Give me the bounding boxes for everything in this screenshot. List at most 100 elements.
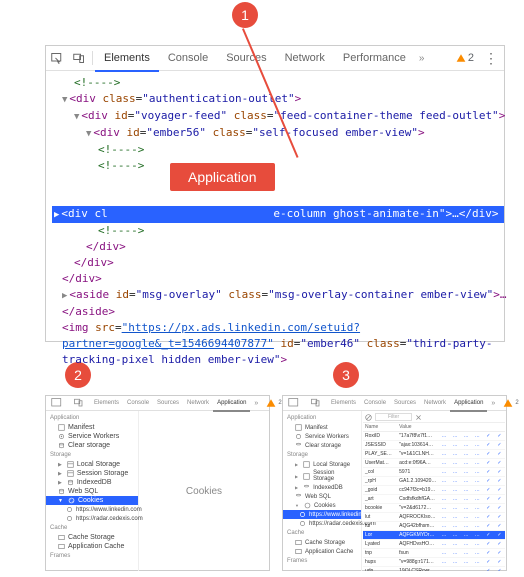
code-line — [52, 190, 504, 206]
sidebar-item-session-storage[interactable]: Session Storage — [283, 469, 361, 483]
table-row[interactable]: udn19QLCSRcwr……………✓✓ — [363, 567, 505, 571]
table-row[interactable]: _goidcc947f3c=b19……………✓✓ — [363, 486, 505, 495]
block-icon[interactable] — [365, 414, 372, 421]
table-row[interactable]: PLAY_SE…"v=1&1CLNH……………✓✓ — [363, 450, 505, 459]
inspect-icon[interactable] — [46, 52, 68, 64]
sidebar-item-local-storage[interactable]: Local Storage — [46, 460, 138, 469]
tab-sources[interactable]: Sources — [153, 396, 183, 410]
inspect-icon[interactable] — [283, 397, 305, 409]
table-row[interactable]: JSESSID"ajax:103614……………✓✓ — [363, 441, 505, 450]
code-close: </div> — [86, 240, 126, 253]
code-close: </div> — [74, 256, 114, 269]
cookies-table[interactable]: Filter Name Value RoxiID"17a7f8\x7f1…………… — [362, 411, 506, 571]
cookies-toolbar: Filter — [363, 412, 505, 423]
code-line-selected[interactable]: <div cl hidden by callout label e-column… — [52, 206, 504, 223]
table-row[interactable]: tnpfsun…………✓✓ — [363, 549, 505, 558]
delete-icon[interactable] — [415, 414, 422, 421]
col-value[interactable]: Value — [397, 423, 438, 431]
devtools-tabbar-small: Elements Console Sources Network Applica… — [46, 396, 269, 411]
table-row[interactable]: LorAQFGKMYDrG……………✓✓ — [363, 531, 505, 540]
code-comment: <!----> — [74, 76, 120, 89]
table-row[interactable]: UserMat…acd:e:0f96A……………✓✓ — [363, 459, 505, 468]
tab-elements[interactable]: Elements — [327, 396, 360, 410]
sidebar-item-websql[interactable]: Web SQL — [46, 487, 138, 496]
code-line[interactable]: <div class="authentication-outlet"> — [52, 91, 504, 108]
tab-performance[interactable]: Performance — [334, 46, 415, 70]
table-row[interactable]: RoxiID"17a7f8\x7f1……………✓✓ — [363, 432, 505, 441]
table-row[interactable]: fulAQG42bfhsmz……………✓✓ — [363, 522, 505, 531]
sidebar-heading-application: Application — [283, 413, 361, 423]
sidebar-item-session-storage[interactable]: Session Storage — [46, 469, 138, 478]
inspect-icon[interactable] — [46, 397, 68, 409]
warnings-indicator[interactable]: 2 — [499, 398, 522, 408]
tab-application[interactable]: Application — [450, 396, 487, 412]
table-row[interactable]: lutAQFROCKIsoA1……………✓✓ — [363, 513, 505, 522]
tabs-more-icon[interactable]: » — [487, 400, 499, 407]
sidebar-item-service-workers[interactable]: Service Workers — [46, 432, 138, 441]
sidebar-item-clear-storage[interactable]: Clear storage — [283, 441, 361, 450]
sidebar-item-indexeddb[interactable]: IndexedDB — [283, 483, 361, 492]
elements-tree[interactable]: <!----> <div class="authentication-outle… — [46, 71, 504, 368]
table-row[interactable]: _artCsdfsfkdhfGA……………✓✓ — [363, 495, 505, 504]
sidebar-item-websql[interactable]: Web SQL — [283, 492, 361, 501]
tab-console[interactable]: Console — [123, 396, 153, 410]
sidebar-item-cache-storage[interactable]: Cache Storage — [283, 538, 361, 547]
cookies-filter-input[interactable]: Filter — [375, 413, 412, 421]
sidebar-cookie-origin[interactable]: https://radar.cedexis.com — [46, 514, 138, 523]
sidebar-heading-cache: Cache — [46, 523, 138, 533]
sidebar-item-clear-storage[interactable]: Clear storage — [46, 441, 138, 450]
tab-console[interactable]: Console — [360, 396, 390, 410]
sidebar-heading-frames: Frames — [283, 556, 361, 566]
sidebar-item-cache-storage[interactable]: Cache Storage — [46, 533, 138, 542]
sidebar-item-application-cache[interactable]: Application Cache — [283, 547, 361, 556]
devtools-panel-application: Elements Console Sources Network Applica… — [45, 395, 270, 571]
code-line[interactable]: <div id="ember56" class="self-focused em… — [52, 125, 504, 142]
device-toggle-icon[interactable] — [305, 397, 327, 409]
tabs-more-icon[interactable]: » — [250, 400, 262, 407]
code-line[interactable]: <aside id="msg-overlay" class="msg-overl… — [52, 287, 504, 304]
tab-elements[interactable]: Elements — [90, 396, 123, 410]
sidebar-item-cookies[interactable]: Cookies — [283, 501, 361, 510]
step-badge-1: 1 — [232, 2, 258, 28]
devtools-menu-icon[interactable]: ⋮ — [478, 50, 504, 67]
tab-sources[interactable]: Sources — [217, 46, 275, 70]
table-row[interactable]: _col5971…………✓✓ — [363, 468, 505, 477]
sidebar-heading-frames: Frames — [46, 551, 138, 561]
sidebar-item-manifest[interactable]: Manifest — [283, 423, 361, 432]
sidebar-item-indexeddb[interactable]: IndexedDB — [46, 478, 138, 487]
table-row[interactable]: LyatedAQFHDvsHO……………✓✓ — [363, 540, 505, 549]
callout-application: Application — [170, 163, 275, 191]
warnings-count: 2 — [468, 52, 474, 64]
warnings-indicator[interactable]: 2 — [452, 52, 478, 64]
tab-divider — [92, 51, 93, 65]
table-row[interactable]: hups"v=988g:r171……………✓✓ — [363, 558, 505, 567]
devtools-tabbar-small: Elements Console Sources Network Applica… — [283, 396, 506, 411]
tabs-more-icon[interactable]: » — [415, 53, 429, 64]
col-name[interactable]: Name — [363, 423, 397, 431]
tab-sources[interactable]: Sources — [390, 396, 420, 410]
cookies-table-header: Name Value — [363, 423, 505, 432]
tab-console[interactable]: Console — [159, 46, 217, 70]
sidebar-item-local-storage[interactable]: Local Storage — [283, 460, 361, 469]
sidebar-cookie-origin-selected[interactable]: https://www.linkedin.com — [283, 510, 361, 519]
tab-network[interactable]: Network — [276, 46, 334, 70]
table-row[interactable]: bcookie"v=2&d6172……………✓✓ — [363, 504, 505, 513]
sidebar-item-manifest[interactable]: Manifest — [46, 423, 138, 432]
devtools-panel-main: Elements Console Sources Network Perform… — [45, 45, 505, 342]
sidebar-cookie-origin[interactable]: https://radar.cedexis.com — [283, 519, 361, 528]
code-line — [52, 174, 504, 190]
sidebar-cookie-origin[interactable]: https://www.linkedin.com — [46, 505, 138, 514]
sidebar-heading-cache: Cache — [283, 528, 361, 538]
sidebar-item-cookies[interactable]: Cookies — [46, 496, 138, 505]
sidebar-item-service-workers[interactable]: Service Workers — [283, 432, 361, 441]
tab-application[interactable]: Application — [213, 396, 250, 412]
code-comment: <!----> — [98, 159, 144, 172]
table-row[interactable]: _rpHGA1.2.1094207……………✓✓ — [363, 477, 505, 486]
tab-elements[interactable]: Elements — [95, 46, 159, 72]
tab-network[interactable]: Network — [183, 396, 213, 410]
sidebar-item-application-cache[interactable]: Application Cache — [46, 542, 138, 551]
code-line[interactable]: <img src="https://px.ads.linkedin.com/se… — [52, 320, 504, 336]
device-toggle-icon[interactable] — [68, 397, 90, 409]
device-toggle-icon[interactable] — [68, 52, 90, 64]
tab-network[interactable]: Network — [420, 396, 450, 410]
